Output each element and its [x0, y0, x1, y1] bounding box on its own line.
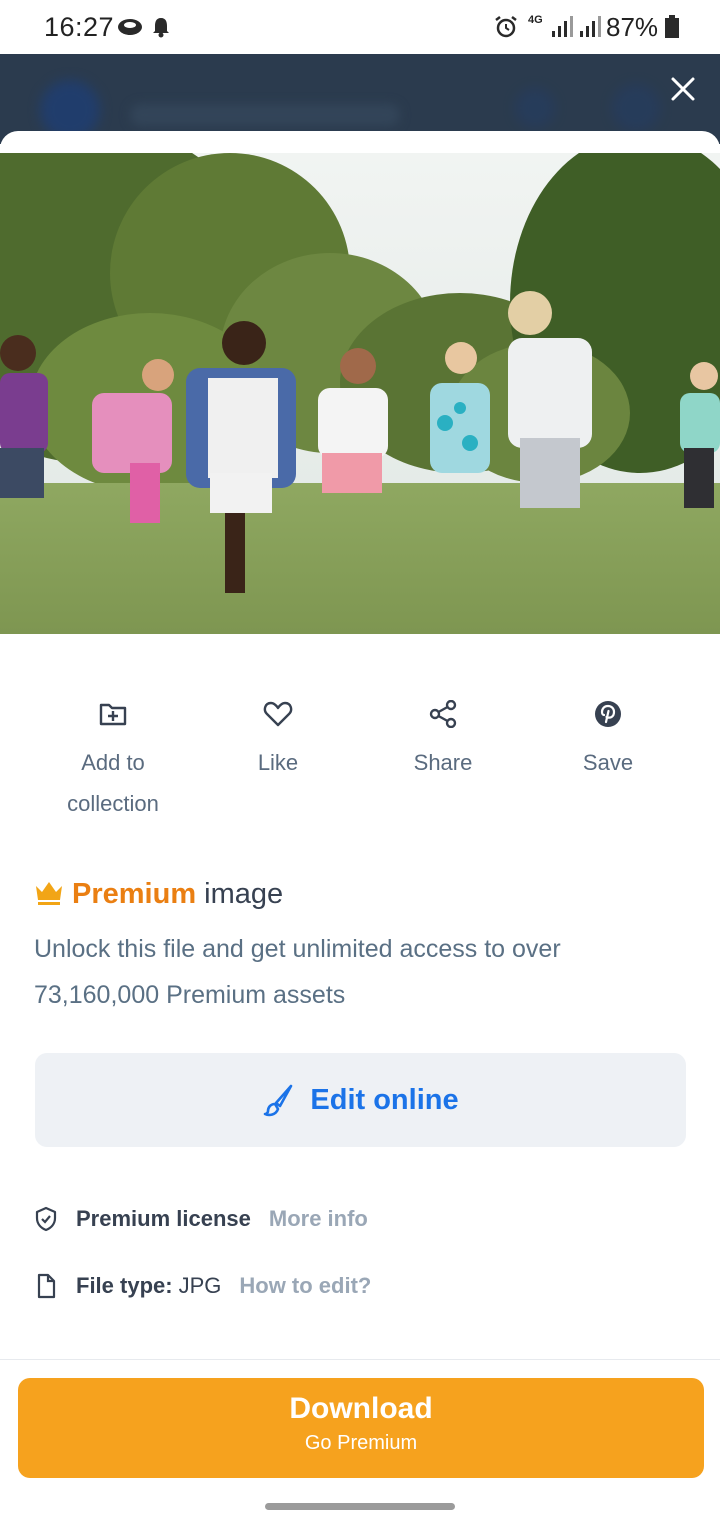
- more-info-link[interactable]: More info: [269, 1206, 368, 1232]
- close-icon[interactable]: [668, 74, 698, 104]
- license-row: Premium license More info: [34, 1206, 368, 1232]
- image-word: image: [204, 878, 284, 910]
- download-label: Download: [289, 1392, 433, 1425]
- add-to-collection-button[interactable]: Add to collection: [38, 700, 188, 824]
- file-type-label: File type:: [76, 1273, 173, 1298]
- save-pinterest-button[interactable]: Save: [533, 700, 683, 783]
- status-time: 16:27: [44, 12, 115, 42]
- share-icon: [429, 700, 457, 728]
- divider: [0, 1359, 720, 1360]
- action-label: Save: [582, 750, 634, 775]
- action-label: Share: [413, 750, 473, 775]
- battery-percent: 87%: [606, 12, 659, 42]
- signal-icon-2: [580, 16, 601, 37]
- like-button[interactable]: Like: [203, 700, 353, 783]
- download-button[interactable]: Download Go Premium: [18, 1378, 704, 1478]
- crown-icon: [36, 882, 62, 905]
- file-type-value: JPG: [178, 1273, 222, 1298]
- status-bar: 16:27 4G 87%: [0, 0, 720, 54]
- folder-plus-icon: [99, 703, 127, 726]
- pinterest-icon: [595, 701, 621, 727]
- edit-online-label: Edit online: [310, 1083, 459, 1116]
- app-notification-icon: [118, 19, 142, 35]
- battery-icon: [665, 15, 679, 38]
- premium-description: Unlock this file and get unlimited acces…: [34, 935, 561, 1009]
- premium-heading: Premium image: [34, 878, 283, 911]
- file-icon: [37, 1273, 56, 1299]
- shield-check-icon: [35, 1206, 57, 1232]
- share-button[interactable]: Share: [368, 700, 518, 783]
- file-type-row: File type: JPG How to edit?: [34, 1273, 371, 1299]
- brush-icon: [264, 1084, 293, 1117]
- go-premium-label: Go Premium: [304, 1432, 418, 1454]
- action-label: Add to collection: [67, 750, 159, 816]
- action-label: Like: [257, 750, 299, 775]
- how-to-edit-link[interactable]: How to edit?: [239, 1273, 371, 1299]
- alarm-icon: [495, 16, 517, 38]
- license-label: Premium license: [76, 1206, 251, 1231]
- home-indicator[interactable]: [265, 1503, 455, 1510]
- bell-icon: [153, 18, 169, 38]
- network-type: 4G: [528, 14, 543, 26]
- premium-word: Premium: [72, 878, 197, 910]
- edit-online-button[interactable]: Edit online: [35, 1053, 686, 1147]
- preview-image: [0, 153, 720, 634]
- heart-icon: [263, 701, 293, 727]
- signal-icon: [552, 16, 573, 37]
- action-bar: Add to collection Like Share Save: [0, 700, 720, 820]
